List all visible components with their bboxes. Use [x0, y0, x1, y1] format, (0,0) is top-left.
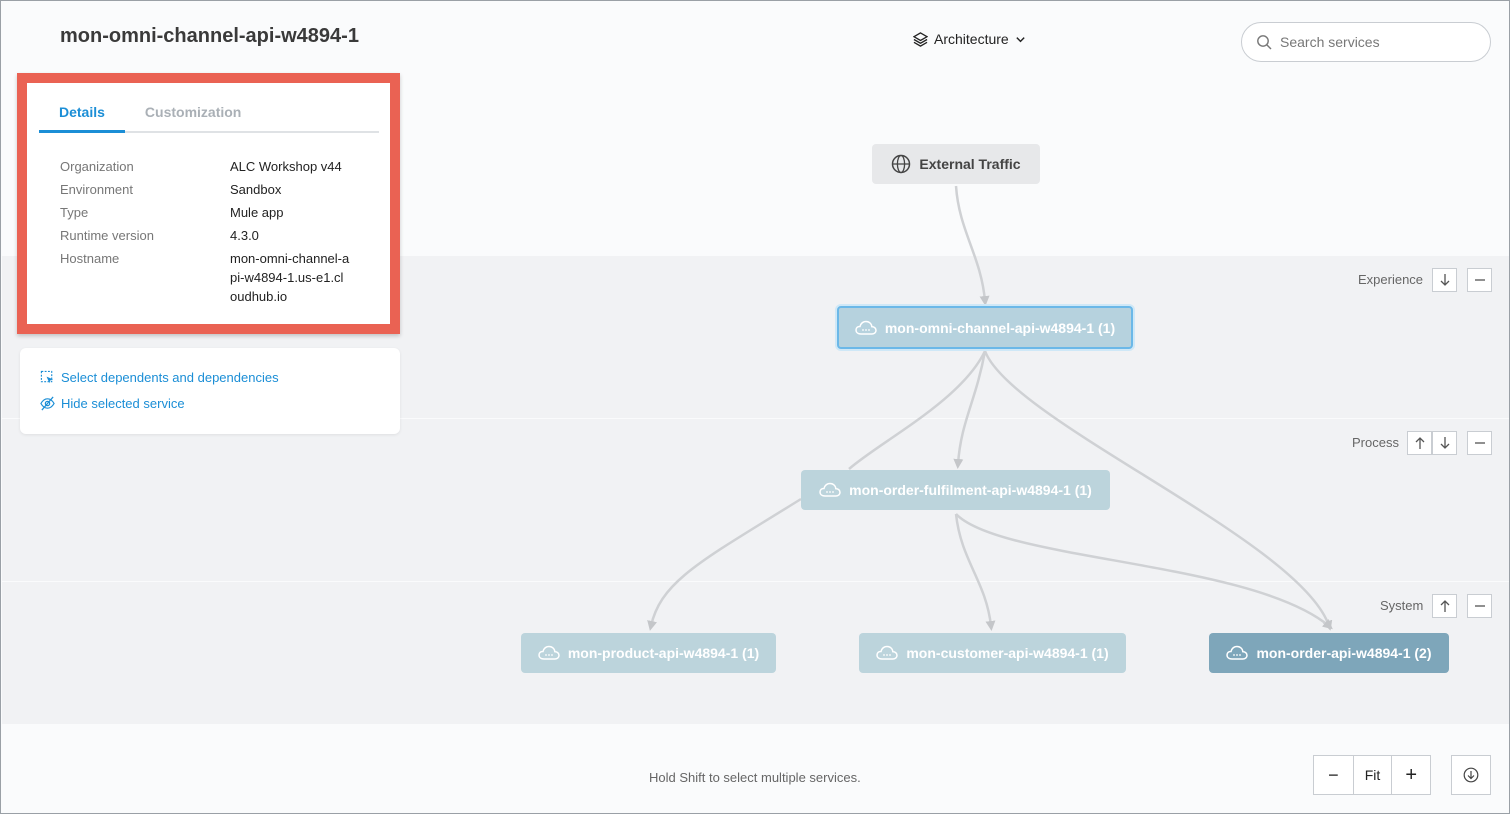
- node-customer-api[interactable]: mon-customer-api-w4894-1 (1): [859, 633, 1126, 673]
- layer-experience-move-down-button[interactable]: [1432, 268, 1457, 292]
- layer-system-move-up-button[interactable]: [1432, 594, 1457, 618]
- minus-icon: [1474, 442, 1485, 444]
- minus-icon: [1474, 605, 1485, 607]
- node-label: mon-order-api-w4894-1 (2): [1256, 645, 1432, 661]
- edge-fulfilment-order: [955, 513, 1333, 630]
- node-order-fulfilment-api[interactable]: mon-order-fulfilment-api-w4894-1 (1): [801, 470, 1110, 510]
- arrow-down-icon: [1440, 274, 1449, 286]
- edge-external-omni: [954, 185, 990, 306]
- globe-icon: [892, 154, 911, 174]
- cloud-icon: [819, 482, 841, 497]
- arrow-up-icon: [1415, 437, 1424, 449]
- node-order-api[interactable]: mon-order-api-w4894-1 (2): [1209, 633, 1449, 673]
- node-product-api[interactable]: mon-product-api-w4894-1 (1): [521, 633, 776, 673]
- node-external-traffic[interactable]: External Traffic: [872, 144, 1040, 184]
- zoom-out-button[interactable]: −: [1314, 756, 1353, 794]
- layer-experience-collapse-button[interactable]: [1467, 268, 1492, 292]
- arrow-down-icon: [1440, 437, 1449, 449]
- edge-omni-fulfilment: [953, 350, 987, 469]
- layer-process-move-down-button[interactable]: [1432, 431, 1457, 455]
- app-frame: mon-omni-channel-api-w4894-1 Architectur…: [0, 0, 1510, 814]
- cloud-icon: [1226, 645, 1249, 660]
- layer-label-experience: Experience: [1358, 272, 1424, 287]
- cloud-icon: [855, 320, 877, 335]
- layer-label-system: System: [1380, 598, 1424, 613]
- graph-edges: [647, 185, 1333, 631]
- zoom-in-button[interactable]: +: [1391, 756, 1430, 794]
- cloud-icon: [876, 645, 899, 660]
- multi-select-hint: Hold Shift to select multiple services.: [649, 770, 861, 785]
- cloud-icon: [538, 645, 560, 660]
- arrow-up-icon: [1440, 600, 1449, 612]
- zoom-controls: − Fit +: [1313, 755, 1431, 795]
- layer-system-collapse-button[interactable]: [1467, 594, 1492, 618]
- node-label: mon-customer-api-w4894-1 (1): [906, 645, 1109, 661]
- fit-button[interactable]: Fit: [1352, 756, 1392, 794]
- minus-icon: [1474, 279, 1485, 281]
- layer-process-move-up-button[interactable]: [1407, 431, 1432, 455]
- node-label: External Traffic: [919, 156, 1021, 172]
- edge-omni-process-left: [848, 350, 987, 470]
- node-label: mon-order-fulfilment-api-w4894-1 (1): [849, 482, 1092, 498]
- layer-process-collapse-button[interactable]: [1467, 431, 1492, 455]
- edge-fulfilment-product: [647, 497, 802, 631]
- node-omni-channel-api[interactable]: mon-omni-channel-api-w4894-1 (1): [837, 306, 1133, 349]
- node-label: mon-product-api-w4894-1 (1): [567, 645, 760, 661]
- download-button[interactable]: [1451, 755, 1491, 795]
- download-icon: [1463, 767, 1479, 783]
- node-label: mon-omni-channel-api-w4894-1 (1): [884, 319, 1116, 336]
- layer-label-process: Process: [1352, 435, 1399, 450]
